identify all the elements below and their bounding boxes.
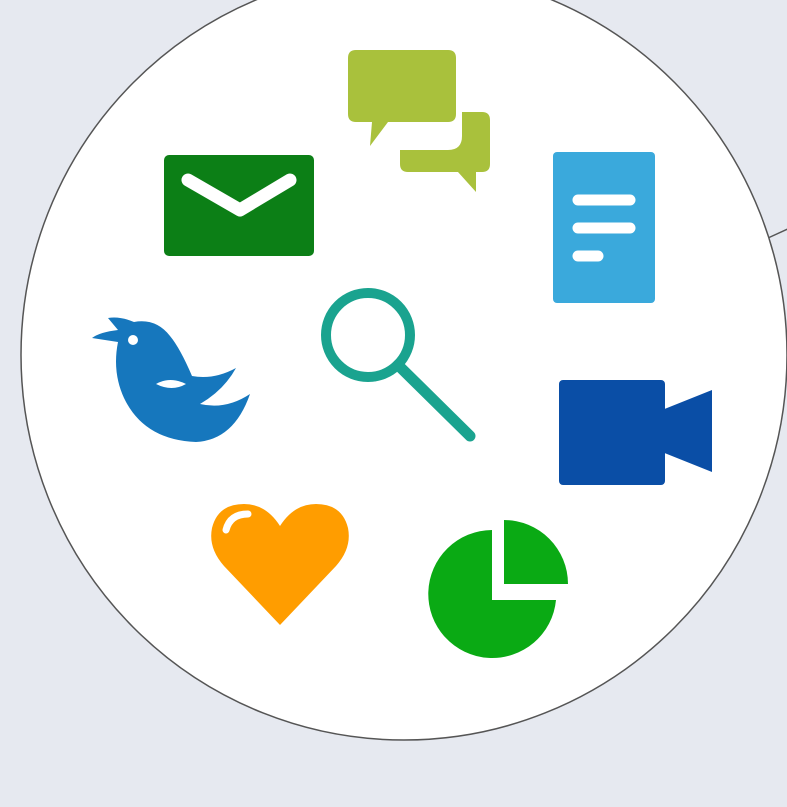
connector-line xyxy=(767,228,787,239)
icon-cluster-canvas xyxy=(20,0,787,741)
document-icon[interactable] xyxy=(553,152,655,303)
icon-cluster-stage xyxy=(0,0,787,807)
mail-icon[interactable] xyxy=(164,155,314,256)
